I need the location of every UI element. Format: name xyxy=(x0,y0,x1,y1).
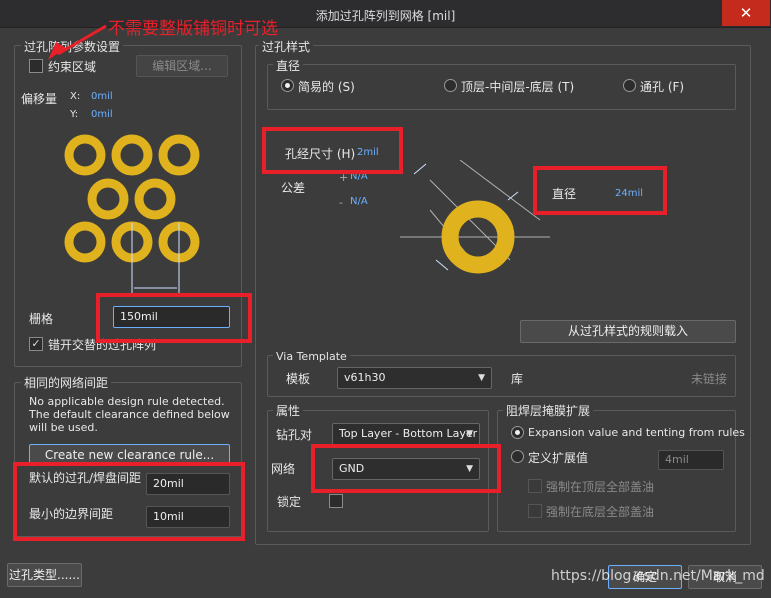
template-select[interactable]: v61h30 ▼ xyxy=(337,367,492,389)
highlight-diameter xyxy=(533,166,667,215)
no-rule-message: No applicable design rule detected. The … xyxy=(29,395,230,434)
highlight-net xyxy=(311,444,501,493)
highlight-grid xyxy=(96,293,252,343)
drill-pair-label: 钻孔对 xyxy=(276,428,313,442)
via-ring xyxy=(111,134,153,176)
template-value: v61h30 xyxy=(344,371,386,384)
offset-label: 偏移量 xyxy=(21,92,58,106)
via-style-title: 过孔样式 xyxy=(259,38,314,55)
net-clearance-title: 相同的网络间距 xyxy=(21,374,112,391)
diameter-group-title: 直径 xyxy=(273,57,304,74)
library-value: 未链接 xyxy=(691,372,728,386)
radio-top-mid-bottom[interactable] xyxy=(444,79,457,92)
radio-from-rules-label: Expansion value and tenting from rules xyxy=(528,426,745,439)
library-label: 库 xyxy=(511,372,524,386)
via-ring xyxy=(87,178,129,220)
chevron-down-icon: ▼ xyxy=(466,429,473,439)
x-label: X: xyxy=(70,91,81,102)
tolerance-minus: - xyxy=(339,196,343,209)
y-label: Y: xyxy=(70,109,79,120)
radio-top-mid-bottom-label: 顶层-中间层-底层 (T) xyxy=(461,80,575,94)
load-from-rules-button[interactable]: 从过孔样式的规则载入 xyxy=(520,320,736,343)
highlight-hole-size xyxy=(262,127,403,174)
via-array-preview xyxy=(64,134,200,293)
properties-title: 属性 xyxy=(273,402,304,419)
y-value[interactable]: 0mil xyxy=(91,109,113,120)
net-label: 网络 xyxy=(271,462,296,476)
stagger-checkbox[interactable]: ✓ xyxy=(29,337,43,351)
drill-pair-value: Top Layer - Bottom Layer xyxy=(339,427,478,440)
via-ring xyxy=(64,221,106,263)
solder-mask-title: 阻焊层掩膜扩展 xyxy=(503,402,594,419)
tolerance-label: 公差 xyxy=(281,181,306,195)
via-diagram xyxy=(400,160,550,274)
via-ring xyxy=(158,134,200,176)
radio-through-label: 通孔 (F) xyxy=(640,80,685,94)
force-top-checkbox[interactable] xyxy=(528,479,542,493)
via-type-button[interactable]: 过孔类型...... xyxy=(7,563,82,587)
radio-from-rules[interactable] xyxy=(511,426,524,439)
radio-through[interactable] xyxy=(623,79,636,92)
annotation-text: 不需要整版铺铜时可选 xyxy=(108,19,278,39)
force-bottom-checkbox[interactable] xyxy=(528,504,542,518)
via-template-title: Via Template xyxy=(273,350,350,363)
radio-custom-expansion-label: 定义扩展值 xyxy=(528,451,589,465)
via-ring xyxy=(134,178,176,220)
template-label: 模板 xyxy=(286,372,311,386)
edit-region-button[interactable]: 编辑区域... xyxy=(136,55,228,77)
force-bottom-label: 强制在底层全部盖油 xyxy=(546,505,655,519)
custom-expansion-input[interactable]: 4mil xyxy=(658,450,724,470)
grid-label: 栅格 xyxy=(29,312,54,326)
close-button[interactable]: ✕ xyxy=(722,0,770,26)
chevron-down-icon: ▼ xyxy=(478,373,485,383)
via-ring xyxy=(64,134,106,176)
x-value[interactable]: 0mil xyxy=(91,91,113,102)
watermark: https://blog.csdn.net/Mark_md xyxy=(551,568,765,584)
force-top-label: 强制在顶层全部盖油 xyxy=(546,480,655,494)
locked-checkbox[interactable] xyxy=(329,494,343,508)
highlight-clearance xyxy=(13,462,245,541)
radio-custom-expansion[interactable] xyxy=(511,450,524,463)
radio-simple[interactable] xyxy=(281,79,294,92)
tolerance-minus-value[interactable]: N/A xyxy=(350,196,368,207)
locked-label: 锁定 xyxy=(277,495,302,509)
radio-simple-label: 简易的 (S) xyxy=(298,80,355,94)
drill-pair-select[interactable]: Top Layer - Bottom Layer ▼ xyxy=(332,423,480,445)
